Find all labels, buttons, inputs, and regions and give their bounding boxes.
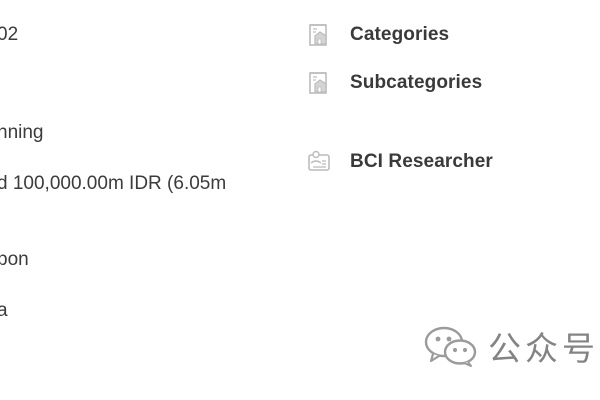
bci-researcher-label: BCI Researcher	[350, 151, 493, 172]
categories-label: Categories	[350, 24, 450, 45]
watermark-text: 公众号	[488, 329, 599, 368]
building-document-icon	[306, 21, 334, 49]
watermark: 公众号	[424, 322, 599, 370]
page: 02 nning d 100,000.00m IDR (6.05m pon a …	[0, 0, 600, 400]
bci-researcher-link[interactable]: BCI Researcher	[306, 148, 493, 176]
subcategories-link[interactable]: Subcategories	[306, 69, 482, 97]
detail-value-status: nning	[0, 122, 44, 143]
detail-value-location: a	[0, 300, 8, 321]
categories-link[interactable]: Categories	[306, 21, 449, 49]
details-values-column: 02 nning d 100,000.00m IDR (6.05m pon a	[0, 0, 290, 400]
wechat-logo-icon	[424, 325, 478, 367]
building-document-icon	[306, 69, 334, 97]
subcategories-label: Subcategories	[350, 72, 483, 93]
id-card-person-icon	[306, 148, 334, 176]
detail-value-item: pon	[0, 249, 29, 270]
detail-value-date: 02	[0, 24, 19, 45]
detail-value-amount: d 100,000.00m IDR (6.05m	[0, 173, 227, 194]
